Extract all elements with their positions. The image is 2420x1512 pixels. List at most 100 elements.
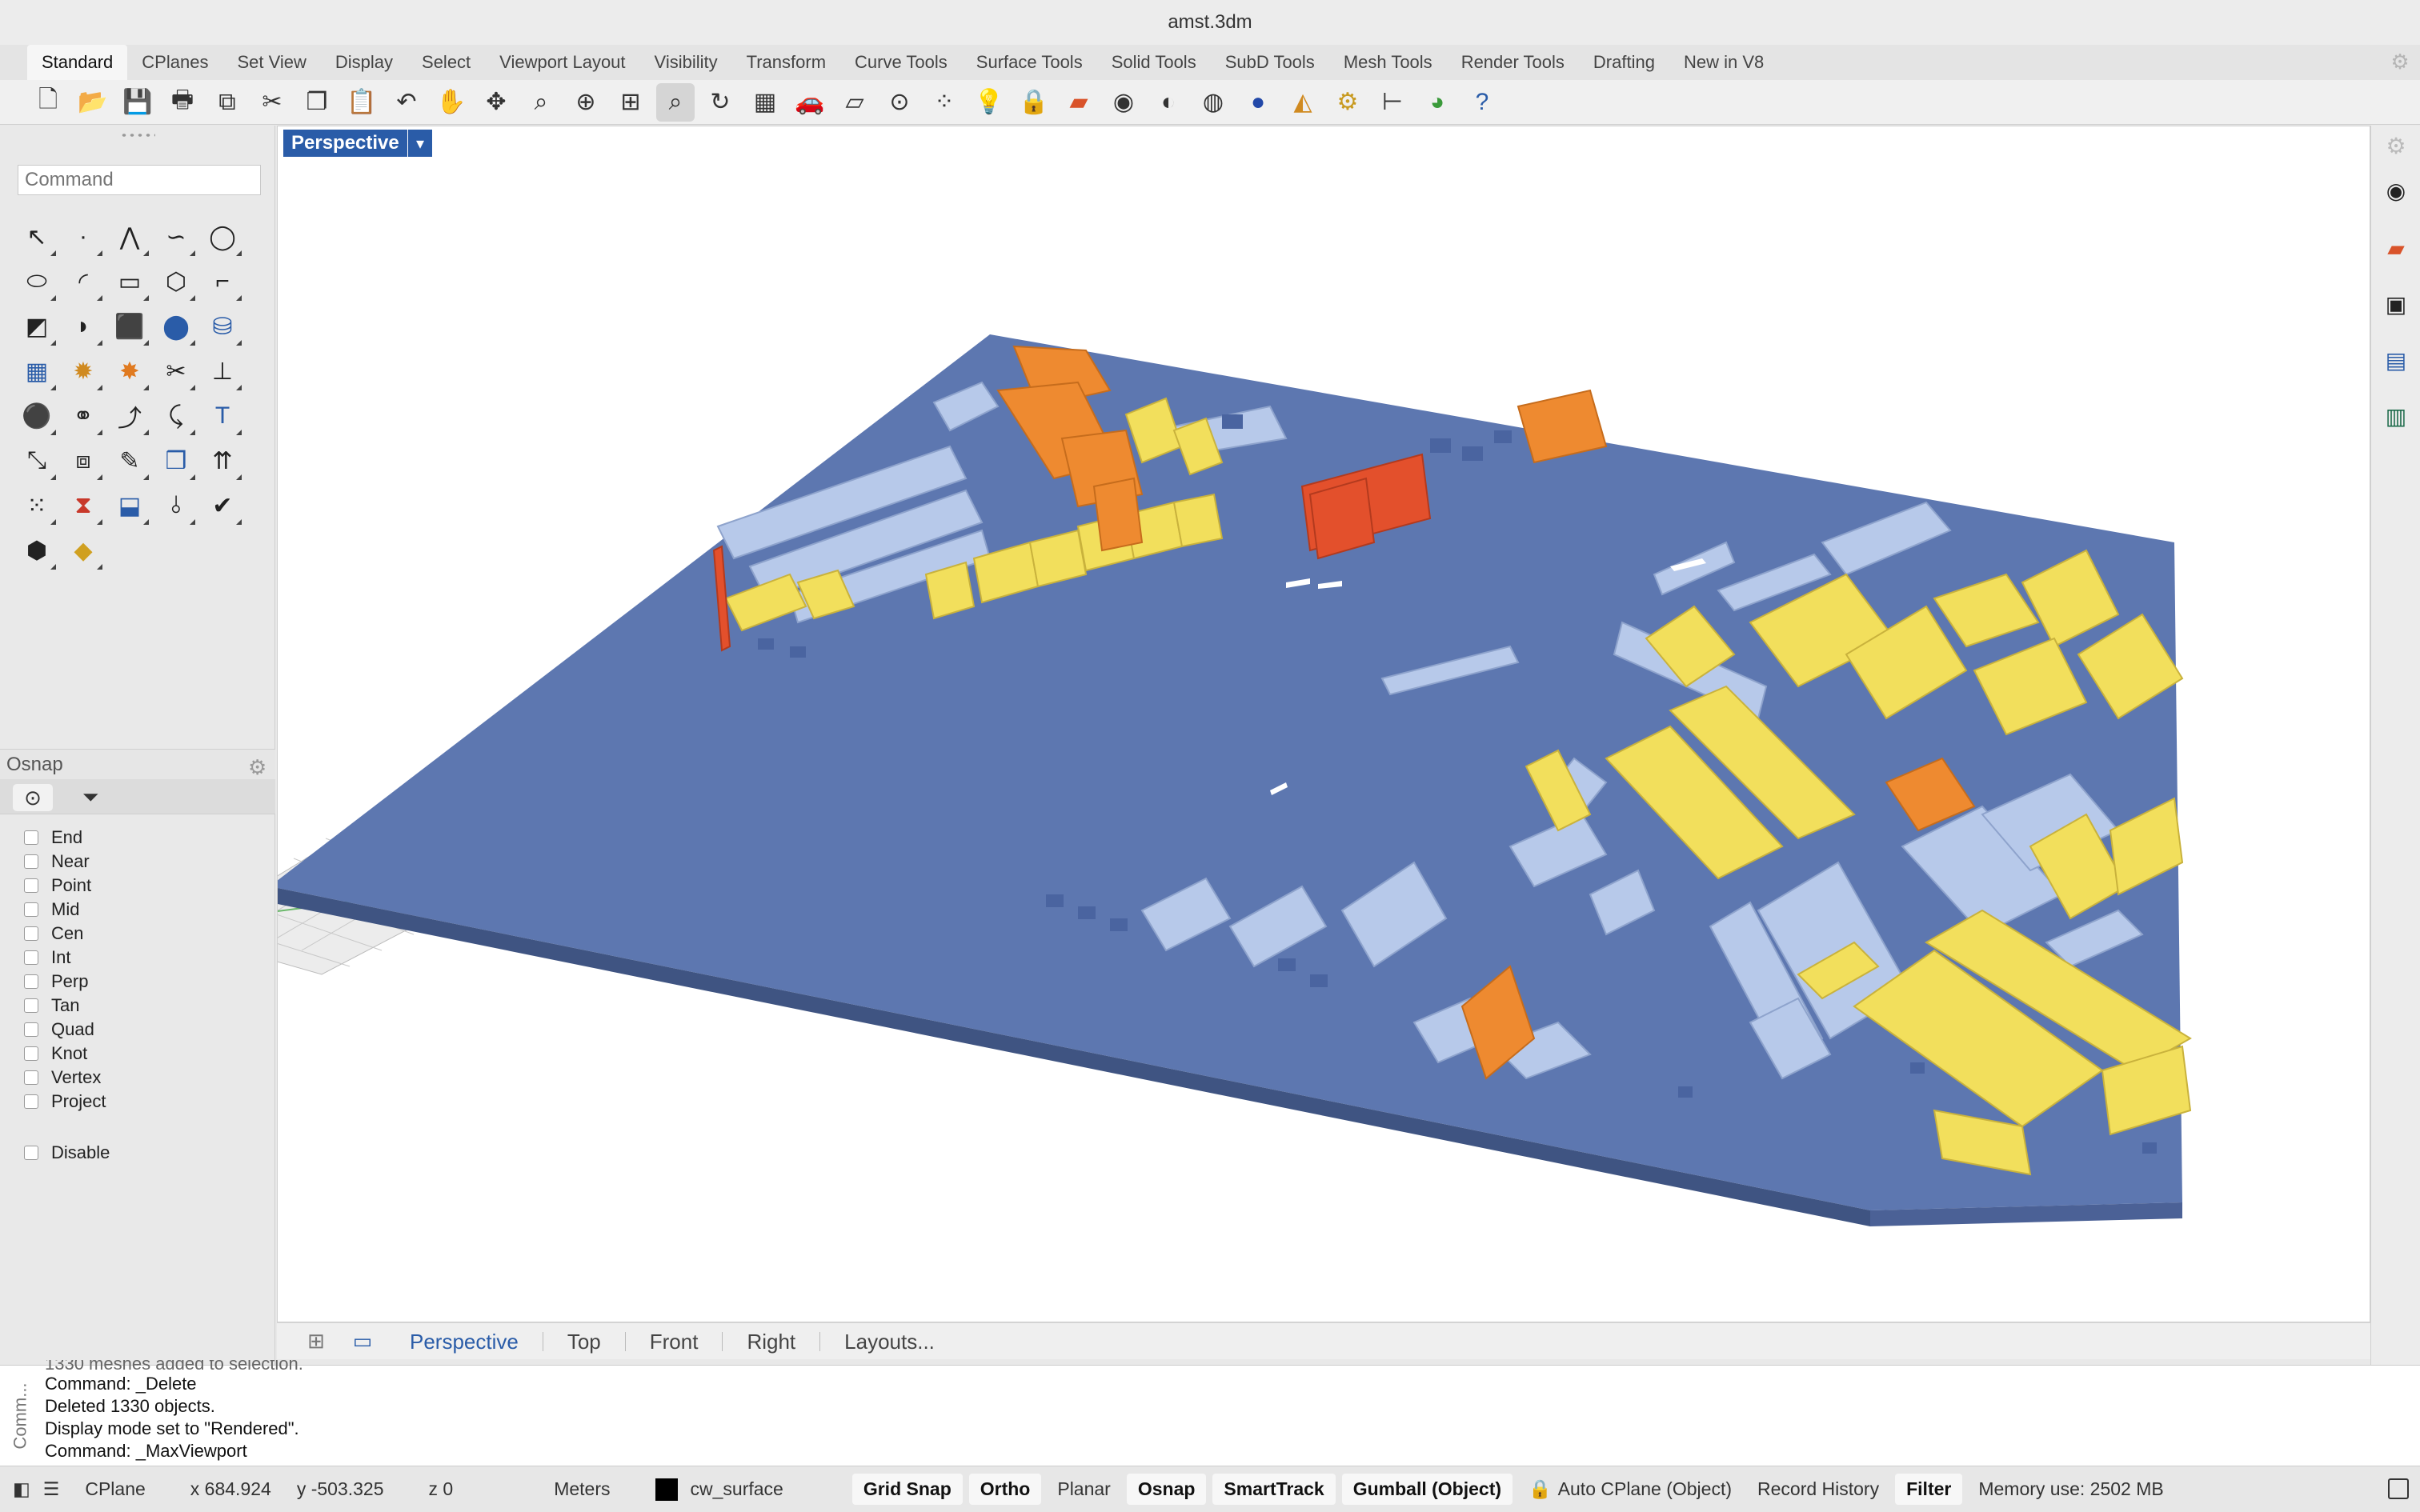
gear-icon[interactable]: ⚙ [2390,51,2410,72]
filter-toggle[interactable]: Filter [1895,1474,1963,1505]
osnap-gear-icon[interactable]: ⚙ [248,755,266,780]
tab-subd-tools[interactable]: SubD Tools [1211,45,1329,80]
osnap-item[interactable]: Near [24,850,110,874]
check-icon[interactable]: ✔ [202,485,243,526]
color-wheel-icon[interactable]: ◉ [1104,83,1143,122]
transform-icon[interactable]: ⫰ [155,485,197,526]
tab-set-view[interactable]: Set View [222,45,320,80]
tab-transform[interactable]: Transform [732,45,840,80]
checkbox[interactable] [24,1070,38,1085]
checkbox[interactable] [24,830,38,845]
checkbox[interactable] [24,1022,38,1037]
split-icon[interactable]: ⊥ [202,350,243,392]
sidebar-grip[interactable] [120,132,155,138]
undo-icon[interactable]: ↶ [387,83,426,122]
tab-top[interactable]: Top [543,1331,626,1352]
tab-render-tools[interactable]: Render Tools [1447,45,1579,80]
zoom-extents-icon[interactable]: ⊞ [611,83,650,122]
perspective-viewport[interactable] [277,126,2370,1322]
cylinder-icon[interactable]: ⛁ [202,306,243,347]
osnap-target-icon[interactable]: ⊙ [13,784,53,811]
tab-solid-tools[interactable]: Solid Tools [1097,45,1211,80]
fillet-icon[interactable]: ⌐ [202,261,243,302]
osnap-points-icon[interactable]: ⁘ [925,83,964,122]
checkbox[interactable] [24,974,38,989]
command-input[interactable] [18,165,261,195]
help-icon[interactable]: ? [1463,83,1501,122]
arc-icon[interactable]: ◜ [62,261,104,302]
tab-mesh-tools[interactable]: Mesh Tools [1329,45,1447,80]
four-viewports-icon[interactable]: ▦ [746,83,784,122]
tab-right[interactable]: Right [723,1331,821,1352]
lock-icon[interactable]: 🔒 [1516,1478,1555,1500]
layer-color-swatch[interactable] [655,1478,678,1501]
globe-icon[interactable]: ◕ [1418,83,1456,122]
grid-snap-toggle[interactable]: Grid Snap [851,1474,963,1505]
units[interactable]: Meters [466,1478,623,1500]
import-icon[interactable]: ⧉ [208,83,246,122]
explode-icon[interactable]: ✸ [109,350,150,392]
join-icon[interactable]: ⚭ [62,395,104,437]
draft-angle-icon[interactable]: ◭ [1284,83,1322,122]
circle-icon[interactable]: ◯ [202,216,243,258]
cube-view-icon[interactable]: ❒ [155,440,197,482]
osnap-item[interactable]: Knot [24,1042,110,1066]
single-view-icon[interactable]: ▭ [339,1329,386,1354]
checkbox[interactable] [24,878,38,893]
settings-gear-icon[interactable]: ⚙ [1328,83,1367,122]
ortho-toggle[interactable]: Ortho [968,1474,1042,1505]
record-history-toggle[interactable]: Record History [1745,1478,1892,1500]
print-icon[interactable]: 🖶 [163,83,202,122]
shade-sphere-icon[interactable]: ◐ [1149,83,1188,122]
osnap-item[interactable]: Project [24,1090,110,1114]
curve-icon[interactable]: ∽ [155,216,197,258]
open-file-icon[interactable]: 📂 [74,83,112,122]
light-bulb-icon[interactable]: 💡 [970,83,1008,122]
zoom-icon[interactable]: ⌕ [522,83,560,122]
panel-toggle-icon[interactable]: ◧ [0,1478,43,1500]
wire-sphere-icon[interactable]: ◍ [1194,83,1232,122]
text-icon[interactable]: T [202,395,243,437]
checkbox[interactable] [24,926,38,941]
box-icon[interactable]: ⬛ [109,306,150,347]
paste-icon[interactable]: 📋 [343,83,381,122]
tab-viewport-layout[interactable]: Viewport Layout [485,45,639,80]
osnap-item[interactable]: Perp [24,970,110,994]
array-icon[interactable]: ⧈ [62,440,104,482]
four-view-icon[interactable]: ⊞ [293,1329,339,1354]
tab-cplanes[interactable]: CPlanes [127,45,222,80]
osnap-item[interactable]: Int [24,946,110,970]
color-wheel-icon[interactable]: ◉ [2382,177,2410,204]
planar-toggle[interactable]: Planar [1044,1478,1123,1500]
checkbox[interactable] [24,1094,38,1109]
checkbox[interactable] [24,1046,38,1061]
viewport-dropdown-icon[interactable]: ▾ [408,130,432,157]
point-icon[interactable]: · [62,216,104,258]
osnap-item[interactable]: Cen [24,922,110,946]
osnap-item[interactable]: Point [24,874,110,898]
current-layer[interactable]: cw_surface [691,1478,796,1500]
osnap-toggle[interactable]: Osnap [1126,1474,1207,1505]
new-file-icon[interactable]: 🗋 [29,83,67,122]
group-icon[interactable]: ⚫ [16,395,58,437]
mirror-icon[interactable]: ⧗ [62,485,104,526]
polyline-icon[interactable]: ⋀ [109,216,150,258]
cplane-label[interactable]: CPlane [72,1478,158,1500]
polygon-icon[interactable]: ⬡ [155,261,197,302]
ellipse-icon[interactable]: ⬭ [16,261,58,302]
osnap-item[interactable]: Quad [24,1018,110,1042]
lock-icon[interactable]: 🔒 [1015,83,1053,122]
tab-select[interactable]: Select [407,45,485,80]
tab-layouts[interactable]: Layouts... [820,1331,959,1352]
cage-icon[interactable]: ⬓ [109,485,150,526]
planar-mesh-icon[interactable]: ▱ [835,83,874,122]
checkbox[interactable] [24,950,38,965]
osnap-item[interactable]: End [24,826,110,850]
draft-icon[interactable]: ✎ [109,440,150,482]
tab-visibility[interactable]: Visibility [640,45,732,80]
control-points-icon[interactable]: ⤹ [155,395,197,437]
osnap-item[interactable]: Mid [24,898,110,922]
tab-drafting[interactable]: Drafting [1579,45,1669,80]
checkbox[interactable] [24,998,38,1013]
display-icon[interactable]: ▣ [2382,290,2410,318]
